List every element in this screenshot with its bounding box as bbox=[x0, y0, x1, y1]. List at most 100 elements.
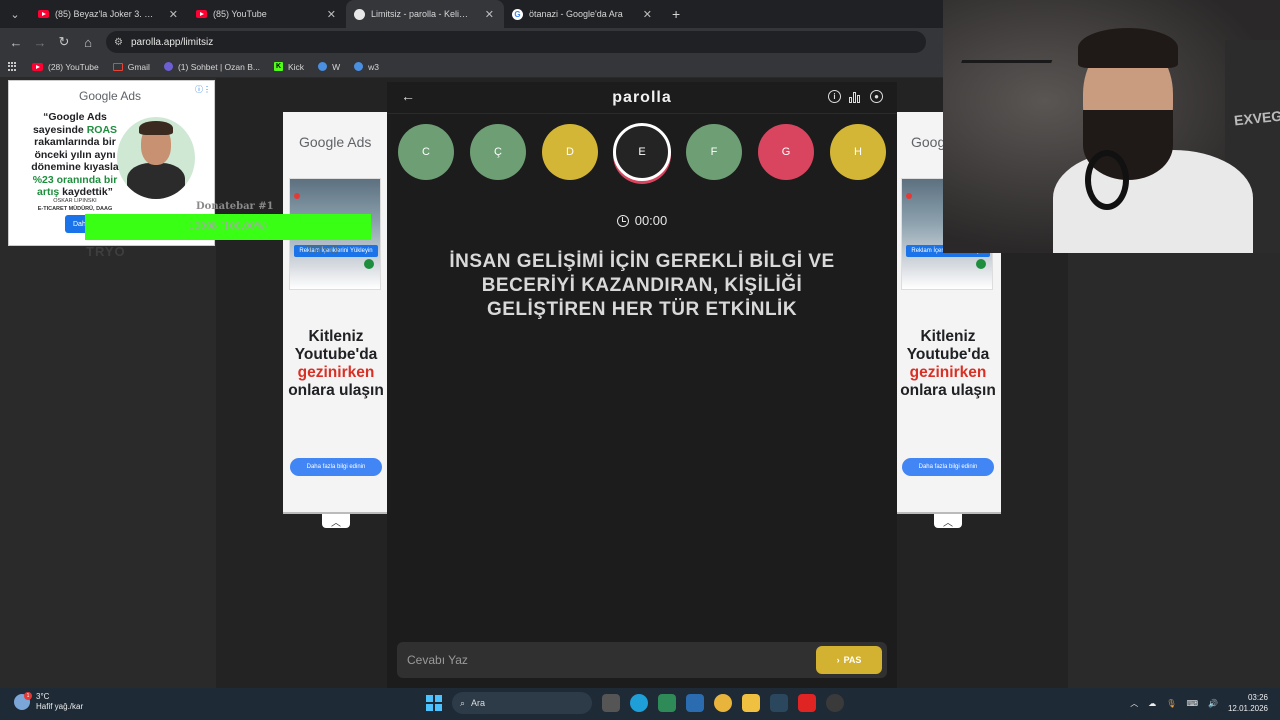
edge-icon[interactable] bbox=[630, 694, 648, 712]
skyscraper-ad-left[interactable]: Google Ads Reklam İçeriklerini Yükleyin … bbox=[283, 112, 389, 514]
tab-title: Limitsiz - parolla - Kelime oyunu bbox=[371, 9, 475, 19]
taskbar-apps: ⌕ Ara bbox=[426, 692, 844, 714]
tryo-watermark: TRYO bbox=[86, 244, 126, 259]
chevron-right-icon: › bbox=[836, 655, 840, 665]
tab-title: ötanazi - Google'da Ara bbox=[529, 9, 623, 19]
globe-icon bbox=[318, 62, 328, 71]
letter-4: F bbox=[686, 124, 742, 180]
weather-widget[interactable]: 1 3°C Hafif yağ./kar bbox=[14, 692, 83, 712]
weather-icon: 1 bbox=[14, 692, 32, 710]
parolla-icon bbox=[354, 8, 365, 20]
ad-headline: Kitleniz Youtube'da gezinirken onlara ul… bbox=[900, 328, 996, 399]
tab-title: (85) YouTube bbox=[213, 9, 267, 19]
headset-image bbox=[1085, 150, 1129, 210]
question-text: İNSAN GELİŞİMİ İÇİN GEREKLİ BİLGİ VE BEC… bbox=[449, 251, 835, 320]
letter-0: C bbox=[398, 124, 454, 180]
network-icon[interactable]: ⌨ bbox=[1186, 699, 1198, 708]
ad-cta-button[interactable]: Daha fazla bilgi edinin bbox=[902, 458, 994, 476]
home-icon[interactable]: ⌂ bbox=[76, 28, 100, 56]
bookmark-sohbet[interactable]: (1) Sohbet | Ozan B... bbox=[163, 62, 260, 72]
taskbar-clock[interactable]: 03:26 12.01.2026 bbox=[1228, 692, 1268, 714]
stats-icon[interactable] bbox=[849, 90, 862, 103]
parolla-game: ← parolla i ● CÇDEFGH 00:00 İNSAN GELİŞİ… bbox=[387, 82, 897, 688]
youtube-icon bbox=[196, 10, 207, 18]
forward-arrow-icon[interactable]: → bbox=[28, 28, 52, 56]
clock-icon bbox=[616, 214, 629, 227]
mail-icon[interactable] bbox=[686, 694, 704, 712]
donatebar: 1000₺ (100.00%) bbox=[85, 214, 371, 240]
bookmark-kick[interactable]: K Kick bbox=[274, 62, 304, 72]
close-icon[interactable]: ✕ bbox=[327, 8, 336, 21]
tryo-watermark-faded: TRYO bbox=[306, 243, 339, 257]
collapse-chevron-icon[interactable]: ︿ bbox=[934, 514, 962, 529]
bookmark-w[interactable]: W bbox=[318, 62, 340, 72]
tab-youtube[interactable]: (85) YouTube ✕ bbox=[188, 0, 346, 28]
file-explorer-icon[interactable] bbox=[742, 694, 760, 712]
search-icon: ⌕ bbox=[460, 697, 466, 708]
microphone-icon[interactable]: 🎙 bbox=[1166, 699, 1176, 708]
new-tab-icon[interactable]: + bbox=[672, 6, 680, 22]
collapse-chevron-icon[interactable]: ︿ bbox=[322, 514, 350, 529]
tab-youtube-joker[interactable]: (85) Beyaz'la Joker 3. Bölüm - Y ✕ bbox=[30, 0, 188, 28]
letter-1: Ç bbox=[470, 124, 526, 180]
reload-icon[interactable]: ↻ bbox=[52, 28, 76, 56]
donatebar-label: Donatebar #1 bbox=[196, 201, 274, 212]
status-dot-icon bbox=[364, 259, 374, 269]
letter-3: E bbox=[613, 123, 671, 181]
google-ads-logo: Google Ads bbox=[299, 134, 372, 150]
back-arrow-icon[interactable]: ← bbox=[4, 28, 28, 56]
kick-icon: K bbox=[274, 62, 283, 71]
steam-icon[interactable] bbox=[770, 694, 788, 712]
status-dot-icon bbox=[976, 259, 986, 269]
google-ads-logo: Google Ads bbox=[79, 89, 142, 103]
windows-start-icon[interactable] bbox=[426, 695, 442, 711]
info-icon[interactable]: i bbox=[828, 90, 841, 103]
bookmark-gmail[interactable]: Gmail bbox=[112, 62, 150, 72]
back-arrow-icon[interactable]: ← bbox=[401, 88, 415, 104]
tab-strip: ⌄ (85) Beyaz'la Joker 3. Bölüm - Y ✕ (85… bbox=[0, 0, 943, 28]
tab-parolla[interactable]: Limitsiz - parolla - Kelime oyunu ✕ bbox=[346, 0, 504, 28]
globe-icon bbox=[354, 62, 364, 71]
close-icon[interactable]: ✕ bbox=[643, 8, 652, 21]
app-header: ← parolla i ● bbox=[387, 82, 897, 114]
volume-icon[interactable]: 🔊 bbox=[1208, 699, 1218, 708]
chevron-up-icon[interactable]: ︿ bbox=[1130, 698, 1138, 709]
letter-6: H bbox=[830, 124, 886, 180]
chat-icon bbox=[163, 62, 173, 71]
tab-title: (85) Beyaz'la Joker 3. Bölüm - Y bbox=[55, 9, 159, 19]
close-icon[interactable]: ✕ bbox=[485, 8, 494, 21]
timer-value: 00:00 bbox=[634, 213, 668, 228]
obs-icon[interactable] bbox=[826, 694, 844, 712]
bookmarks-bar: (28) YouTube Gmail (1) Sohbet | Ozan B..… bbox=[0, 56, 943, 78]
record-dot-icon bbox=[906, 193, 912, 199]
hanger-image bbox=[947, 60, 1053, 100]
ad-headline: Kitleniz Youtube'da gezinirken onlara ul… bbox=[288, 328, 384, 399]
app-logo[interactable]: parolla bbox=[612, 89, 671, 107]
close-icon[interactable]: ✕ bbox=[169, 8, 178, 21]
answer-bar: › PAS bbox=[397, 642, 887, 678]
task-view-icon[interactable] bbox=[602, 694, 620, 712]
chrome-icon[interactable] bbox=[714, 694, 732, 712]
tab-search-chevron-icon[interactable]: ⌄ bbox=[0, 0, 30, 28]
bookmark-w3[interactable]: w3 bbox=[354, 62, 379, 72]
cloud-icon[interactable]: ☁ bbox=[1148, 699, 1156, 708]
timer: 00:00 bbox=[387, 213, 897, 228]
taskbar-search[interactable]: ⌕ Ara bbox=[452, 692, 592, 714]
bookmark-youtube[interactable]: (28) YouTube bbox=[32, 62, 99, 72]
apps-grid-icon[interactable] bbox=[8, 61, 18, 72]
ad-cta-button[interactable]: Daha fazla bilgi edinin bbox=[290, 458, 382, 476]
youtube-app-icon[interactable] bbox=[798, 694, 816, 712]
ad-author: OSKAR LIPINSKI E-TICARET MÜDÜRÜ, DAAG bbox=[37, 198, 113, 212]
webcam-feed: EXVEG bbox=[943, 0, 1280, 253]
site-info-icon[interactable]: ⚙ bbox=[114, 37, 123, 48]
pass-button[interactable]: › PAS bbox=[816, 646, 882, 674]
google-icon: G bbox=[512, 8, 523, 20]
url-bar[interactable]: ⚙ parolla.app/limitsiz bbox=[106, 31, 926, 53]
ad-choices-icon[interactable]: ⓘ⋮ bbox=[195, 84, 211, 95]
youtube-icon bbox=[38, 10, 49, 18]
xbox-icon[interactable] bbox=[658, 694, 676, 712]
tab-google-search[interactable]: G ötanazi - Google'da Ara ✕ bbox=[504, 0, 662, 28]
profile-icon[interactable]: ● bbox=[870, 90, 883, 103]
answer-input[interactable] bbox=[397, 642, 816, 678]
gmail-icon bbox=[112, 62, 123, 71]
